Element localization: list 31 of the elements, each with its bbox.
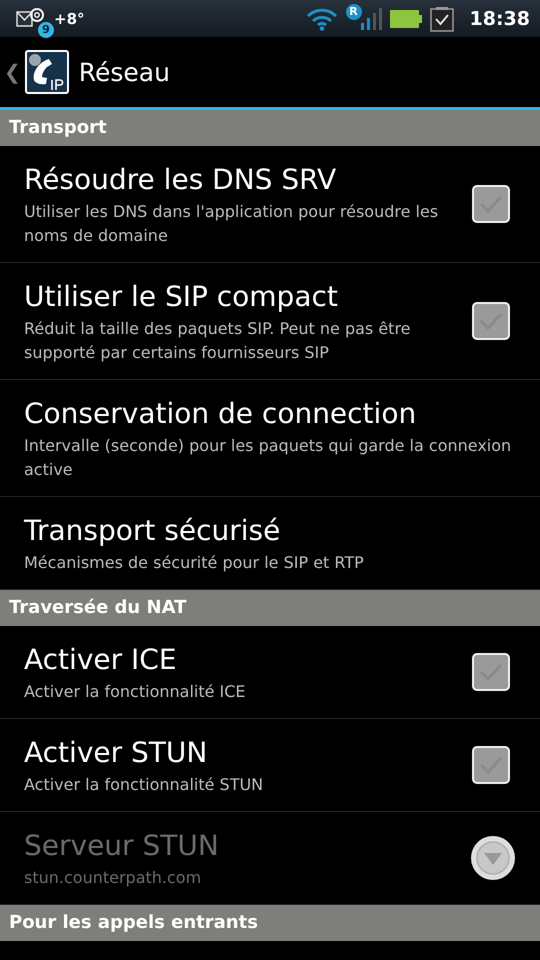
setting-title[interactable]: Activer STUN <box>24 733 456 773</box>
checkbox[interactable] <box>472 653 510 691</box>
setting-summary: Utiliser les DNS dans l'application pour résoudre les noms de domaine <box>24 201 440 247</box>
section-header: Pour les appels entrants <box>0 905 540 941</box>
setting-summary: Activer la fonctionnalité ICE <box>24 681 247 703</box>
setting-summary: stun.counterpath.com <box>24 867 202 889</box>
setting-title[interactable]: Résoudre les DNS SRV <box>24 160 456 200</box>
setting-summary: Réduit la taille des paquets SIP. Peut ne pas être supporté par certains fournisseurs SIP <box>24 318 412 364</box>
battery-icon <box>390 10 422 28</box>
checkbox[interactable] <box>472 746 510 784</box>
signal-icon <box>360 8 382 30</box>
phone-icon[interactable] <box>24 50 69 94</box>
notification-badge: 9 <box>38 22 54 38</box>
setting-title[interactable]: Activer ICE <box>24 640 456 680</box>
checkbox-icon <box>430 6 454 32</box>
temperature: +8° <box>54 10 85 28</box>
roaming-badge: R <box>346 4 362 20</box>
checkbox[interactable] <box>472 302 510 340</box>
setting-title[interactable]: Transport sécurisé <box>24 511 516 551</box>
setting-summary: Intervalle (seconde) pour les paquets qui garde la connexion active <box>24 435 512 481</box>
clock: 18:38 <box>470 8 530 30</box>
section-header: Transport <box>0 110 540 146</box>
screen-title: Réseau <box>78 58 170 86</box>
wifi-icon <box>306 6 338 30</box>
setting-title[interactable]: Conservation de connection <box>24 394 516 434</box>
back-icon[interactable]: ❮ <box>4 60 21 84</box>
checkbox[interactable] <box>472 185 510 223</box>
setting-summary: Activer la fonctionnalité STUN <box>24 774 264 796</box>
setting-summary: Mécanismes de sécurité pour le SIP et RTP <box>24 552 365 574</box>
section-header: Traversée du NAT <box>0 590 540 626</box>
setting-title[interactable]: Utiliser le SIP compact <box>24 277 456 317</box>
